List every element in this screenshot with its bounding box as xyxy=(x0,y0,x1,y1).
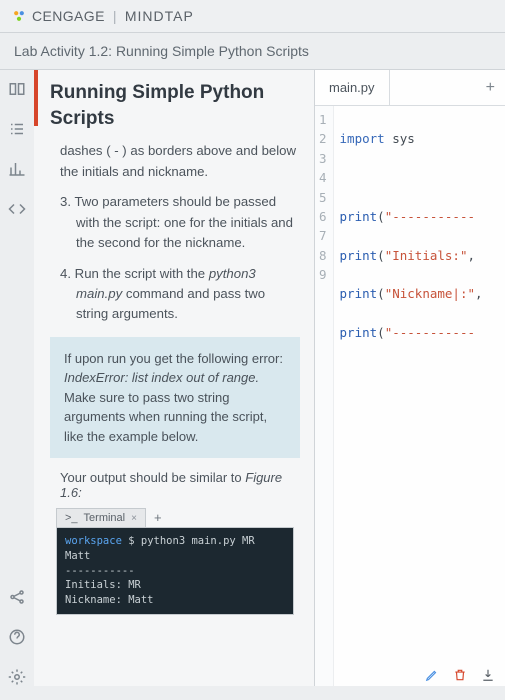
share-icon[interactable] xyxy=(8,588,26,606)
instructions-panel: Running Simple Python Scripts dashes ( -… xyxy=(34,70,314,686)
gear-icon[interactable] xyxy=(8,668,26,686)
file-tab[interactable]: main.py xyxy=(315,70,390,105)
code-icon[interactable] xyxy=(8,200,26,218)
terminal-output[interactable]: workspace $ python3 main.py MR Matt ----… xyxy=(56,527,294,614)
code-editor[interactable]: 123456789 import sys print("----------- … xyxy=(315,106,505,686)
terminal-tab[interactable]: >_ Terminal × xyxy=(56,508,146,527)
step4: 4. Run the script with the python3 main.… xyxy=(76,264,300,325)
main-area: Running Simple Python Scripts dashes ( -… xyxy=(0,70,505,686)
lesson-title: Running Simple Python Scripts xyxy=(50,80,300,131)
top-bar: CENGAGE | MINDTAP xyxy=(0,0,505,33)
list-icon[interactable] xyxy=(8,120,26,138)
note-box: If upon run you get the following error:… xyxy=(50,337,300,459)
brand-cengage: CENGAGE xyxy=(32,8,105,24)
content: Running Simple Python Scripts dashes ( -… xyxy=(34,70,505,686)
step2-cont: dashes ( - ) as borders above and below … xyxy=(60,141,300,182)
activity-title: Lab Activity 1.2: Running Simple Python … xyxy=(0,33,505,70)
download-icon[interactable] xyxy=(481,668,495,682)
terminal-add-tab[interactable]: + xyxy=(146,508,170,527)
add-file-tab[interactable]: + xyxy=(476,73,505,103)
bottom-toolbar xyxy=(425,668,495,682)
output-note: Your output should be similar to Figure … xyxy=(60,470,290,500)
chart-icon[interactable] xyxy=(8,160,26,178)
close-icon[interactable]: × xyxy=(131,513,137,524)
terminal-tabs: >_ Terminal × + xyxy=(56,508,300,527)
icon-rail xyxy=(0,70,34,686)
step3: 3. Two parameters should be passed with … xyxy=(76,192,300,253)
help-icon[interactable] xyxy=(8,628,26,646)
cengage-logo-icon xyxy=(12,9,26,23)
active-indicator xyxy=(34,70,38,126)
terminal-prompt-icon: >_ xyxy=(65,512,78,524)
line-gutter: 123456789 xyxy=(315,106,334,686)
file-tab-bar: main.py + xyxy=(315,70,505,106)
trash-icon[interactable] xyxy=(453,668,467,682)
brand-mindtap: MINDTAP xyxy=(125,8,194,24)
brand-sep: | xyxy=(113,8,117,24)
editor-panel: main.py + 123456789 import sys print("--… xyxy=(315,70,505,686)
pencil-icon[interactable] xyxy=(425,668,439,682)
code-lines[interactable]: import sys print("----------- print("Ini… xyxy=(334,106,483,686)
book-icon[interactable] xyxy=(8,80,26,98)
